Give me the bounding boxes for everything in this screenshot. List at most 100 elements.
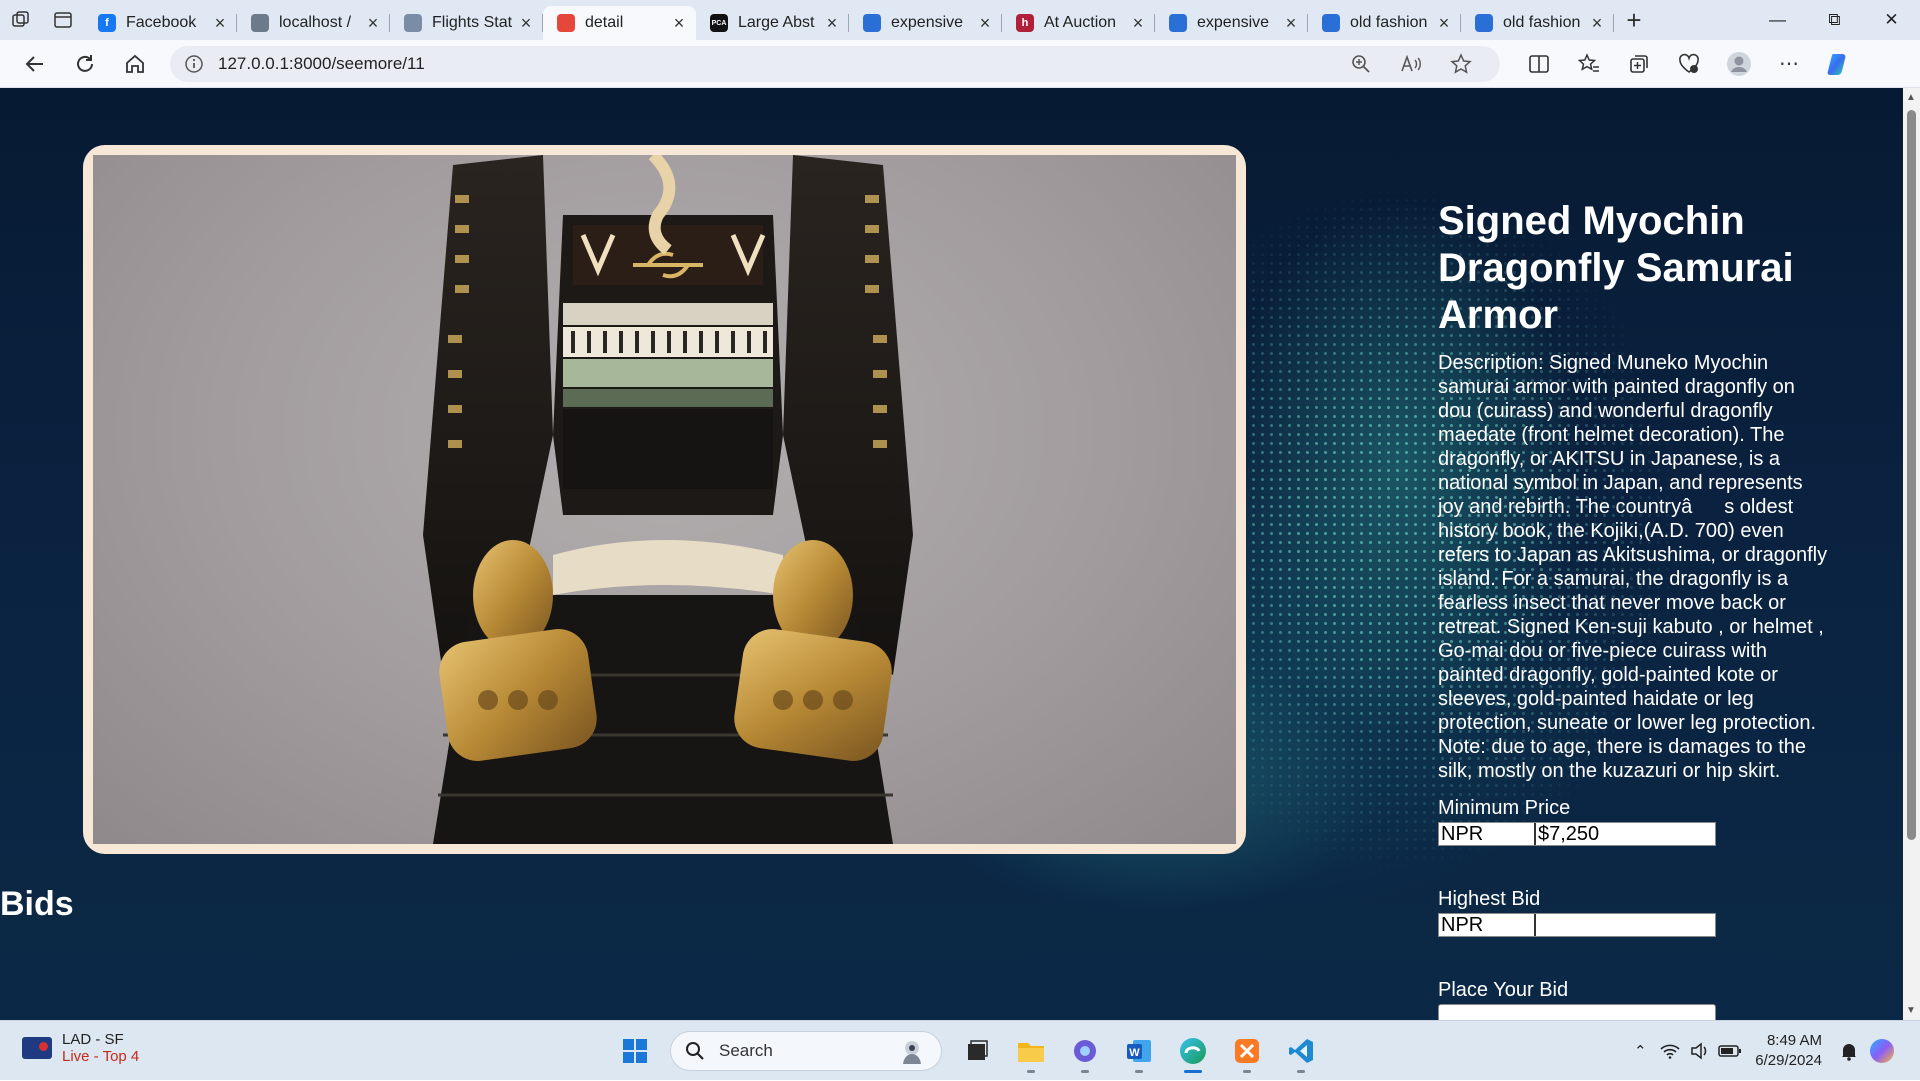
collections-button[interactable] bbox=[1614, 44, 1664, 84]
chrome-favicon-icon bbox=[557, 14, 575, 32]
tab-close-icon[interactable]: × bbox=[823, 13, 841, 34]
tab-close-icon[interactable]: × bbox=[1435, 13, 1453, 34]
facebook-favicon-icon: f bbox=[98, 14, 116, 32]
scroll-thumb[interactable] bbox=[1907, 110, 1916, 840]
word-button[interactable]: W bbox=[1112, 1029, 1166, 1073]
browser-tab[interactable]: expensive × bbox=[849, 6, 1002, 40]
wifi-icon[interactable] bbox=[1655, 1043, 1685, 1059]
windows-taskbar: LAD - SF Live - Top 4 Search W ⌃ 8:49 AM… bbox=[0, 1020, 1920, 1080]
vertical-tabs-icon bbox=[54, 12, 72, 28]
hibid-favicon-icon: h bbox=[1016, 14, 1034, 32]
notifications-icon[interactable] bbox=[1834, 1041, 1864, 1061]
flights-favicon-icon bbox=[404, 14, 422, 32]
browser-tab[interactable]: localhost / × bbox=[237, 6, 390, 40]
edge-favicon-icon bbox=[863, 14, 881, 32]
clock-time: 8:49 AM bbox=[1766, 1032, 1822, 1049]
browser-tab[interactable]: old fashion × bbox=[1308, 6, 1461, 40]
zoom-button[interactable] bbox=[1336, 46, 1386, 82]
tab-title: old fashion bbox=[1350, 14, 1428, 31]
avatar-icon bbox=[1727, 51, 1751, 76]
min-price-label: Minimum Price bbox=[1438, 797, 1571, 819]
task-view-icon bbox=[968, 1040, 988, 1060]
edge-button[interactable] bbox=[1166, 1029, 1220, 1073]
taskbar-search[interactable]: Search bbox=[670, 1031, 942, 1071]
back-button[interactable] bbox=[10, 44, 60, 84]
tab-close-icon[interactable]: × bbox=[670, 13, 688, 34]
edge-favicon-icon bbox=[1475, 14, 1493, 32]
browser-tab[interactable]: expensive × bbox=[1155, 6, 1308, 40]
profile-button[interactable] bbox=[1714, 44, 1764, 84]
workspaces-button[interactable] bbox=[0, 0, 42, 40]
highest-bid-currency: NPR bbox=[1439, 914, 1536, 936]
system-clock[interactable]: 8:49 AM 6/29/2024 bbox=[1755, 1031, 1822, 1071]
phpmyadmin-favicon-icon bbox=[251, 14, 269, 32]
tab-title: Facebook bbox=[126, 14, 197, 31]
task-view-button[interactable] bbox=[950, 1029, 1004, 1073]
folder-icon bbox=[1018, 1043, 1044, 1062]
close-window-button[interactable]: ✕ bbox=[1863, 0, 1920, 40]
battery-icon[interactable] bbox=[1715, 1044, 1745, 1058]
collections-icon bbox=[1630, 54, 1648, 73]
vscode-button[interactable] bbox=[1274, 1029, 1328, 1073]
page-scrollbar[interactable]: ▲ ▼ bbox=[1903, 88, 1920, 1020]
item-image-frame bbox=[83, 145, 1246, 854]
tab-title: Flights Stat bbox=[432, 14, 513, 31]
tab-close-icon[interactable]: × bbox=[1129, 13, 1147, 34]
tab-close-icon[interactable]: × bbox=[1282, 13, 1300, 34]
min-price-value: $7,250 bbox=[1538, 823, 1600, 845]
browser-tab[interactable]: PCA Large Abst × bbox=[696, 6, 849, 40]
url-text[interactable]: 127.0.0.1:8000/seemore/11 bbox=[218, 54, 1336, 74]
address-bar[interactable]: 127.0.0.1:8000/seemore/11 bbox=[170, 45, 1500, 82]
restore-button[interactable]: ⧉ bbox=[1806, 0, 1863, 40]
browser-essentials-button[interactable] bbox=[1664, 44, 1714, 84]
zoom-icon bbox=[1352, 54, 1370, 73]
home-button[interactable] bbox=[110, 44, 160, 84]
samurai-armor-illustration bbox=[423, 155, 913, 844]
browser-tab[interactable]: old fashion × bbox=[1461, 6, 1614, 40]
browser-tab[interactable]: detail × bbox=[543, 6, 696, 40]
file-explorer-button[interactable] bbox=[1004, 1029, 1058, 1073]
copilot-tray-icon[interactable] bbox=[1864, 1037, 1900, 1065]
teams-button[interactable] bbox=[1058, 1029, 1112, 1073]
browser-tab[interactable]: f Facebook × bbox=[84, 6, 237, 40]
favorite-button[interactable] bbox=[1436, 46, 1486, 82]
minimize-button[interactable]: — bbox=[1749, 0, 1806, 40]
sports-widget[interactable]: LAD - SF Live - Top 4 bbox=[22, 1031, 139, 1065]
site-info-icon[interactable] bbox=[184, 54, 204, 74]
tab-close-icon[interactable]: × bbox=[211, 13, 229, 34]
favorites-button[interactable] bbox=[1564, 44, 1614, 84]
browser-tab[interactable]: h At Auction × bbox=[1002, 6, 1155, 40]
search-placeholder[interactable]: Search bbox=[719, 1041, 897, 1061]
volume-icon[interactable] bbox=[1685, 1042, 1715, 1060]
highest-bid-value bbox=[1536, 914, 1715, 936]
highest-bid-field: NPR bbox=[1438, 913, 1716, 937]
new-tab-button[interactable]: + bbox=[1614, 0, 1654, 40]
tab-close-icon[interactable]: × bbox=[1588, 13, 1606, 34]
scroll-down-arrow[interactable]: ▼ bbox=[1906, 1005, 1916, 1016]
read-aloud-icon bbox=[1401, 54, 1421, 71]
browser-tab[interactable]: Flights Stat × bbox=[390, 6, 543, 40]
tab-title: At Auction bbox=[1044, 14, 1117, 31]
tab-title: expensive bbox=[891, 14, 964, 31]
scroll-up-arrow[interactable]: ▲ bbox=[1906, 92, 1916, 103]
tab-actions-button[interactable] bbox=[42, 0, 84, 40]
xampp-button[interactable] bbox=[1220, 1029, 1274, 1073]
tab-close-icon[interactable]: × bbox=[364, 13, 382, 34]
edge-icon bbox=[1180, 1038, 1206, 1064]
show-hidden-icons-button[interactable]: ⌃ bbox=[1625, 1042, 1655, 1060]
copilot-button[interactable] bbox=[1814, 44, 1864, 84]
tab-close-icon[interactable]: × bbox=[976, 13, 994, 34]
read-aloud-button[interactable] bbox=[1386, 46, 1436, 82]
tab-close-icon[interactable]: × bbox=[517, 13, 535, 34]
back-arrow-icon bbox=[25, 55, 43, 72]
split-screen-button[interactable] bbox=[1514, 44, 1564, 84]
place-bid-input[interactable] bbox=[1438, 1004, 1716, 1020]
start-button[interactable] bbox=[608, 1029, 662, 1073]
refresh-button[interactable] bbox=[60, 44, 110, 84]
tab-title: detail bbox=[585, 14, 624, 31]
heart-pulse-icon bbox=[1679, 53, 1699, 73]
settings-more-button[interactable]: ⋯ bbox=[1764, 44, 1814, 84]
favorites-icon bbox=[1578, 52, 1599, 72]
star-icon bbox=[1450, 52, 1472, 74]
xampp-icon bbox=[1235, 1039, 1259, 1063]
